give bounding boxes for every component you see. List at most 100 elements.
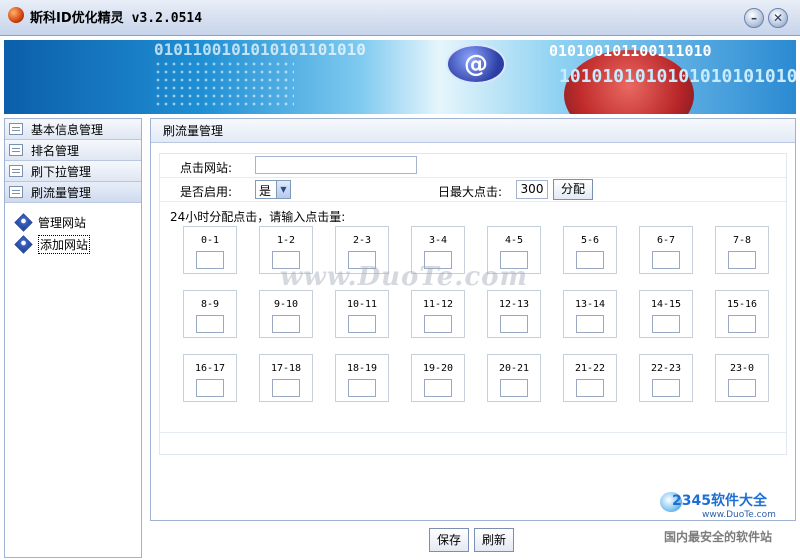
hour-input[interactable] bbox=[424, 379, 452, 397]
sidebar-category-label: 排名管理 bbox=[31, 143, 80, 158]
brand-slogan-text: 国内最安全的软件站 bbox=[664, 530, 773, 544]
enable-select-value: 是 bbox=[259, 184, 272, 198]
hour-label: 0-1 bbox=[200, 235, 220, 246]
hour-label: 17-18 bbox=[270, 363, 302, 374]
brand-logo-text: 2345软件大全 bbox=[672, 493, 767, 509]
close-icon: ✕ bbox=[772, 11, 784, 25]
hour-cell: 6-7 bbox=[639, 226, 693, 274]
hour-cell: 21-22 bbox=[563, 354, 617, 402]
max-clicks-input[interactable]: 300 bbox=[516, 180, 548, 199]
list-icon bbox=[9, 144, 23, 156]
hour-label: 12-13 bbox=[498, 299, 530, 310]
diamond-icon bbox=[14, 234, 33, 254]
hour-cell: 22-23 bbox=[639, 354, 693, 402]
hour-cell: 13-14 bbox=[563, 290, 617, 338]
banner-binary-text: 010100101100111010 bbox=[549, 42, 712, 60]
sidebar-link-manage-site[interactable]: 管理网站 bbox=[5, 211, 141, 233]
hour-label: 18-19 bbox=[346, 363, 378, 374]
brand-url-text: www.DuoTe.com bbox=[702, 510, 776, 520]
hour-cell: 0-1 bbox=[183, 226, 237, 274]
list-icon bbox=[9, 165, 23, 177]
hour-label: 11-12 bbox=[422, 299, 454, 310]
at-sign-icon: @ bbox=[446, 44, 506, 84]
hour-cell: 23-0 bbox=[715, 354, 769, 402]
list-icon bbox=[9, 123, 23, 135]
app-icon bbox=[8, 7, 24, 23]
hour-input[interactable] bbox=[196, 251, 224, 269]
hour-cell: 10-11 bbox=[335, 290, 389, 338]
hour-input[interactable] bbox=[728, 379, 756, 397]
hour-input[interactable] bbox=[576, 379, 604, 397]
sidebar-category-ranking[interactable]: 排名管理 bbox=[5, 140, 141, 161]
hour-cell: 8-9 bbox=[183, 290, 237, 338]
hour-cell: 7-8 bbox=[715, 226, 769, 274]
enable-label: 是否启用: bbox=[180, 185, 233, 199]
save-button[interactable]: 保存 bbox=[429, 528, 469, 552]
max-clicks-label: 日最大点击: bbox=[438, 185, 503, 199]
hour-label: 1-2 bbox=[276, 235, 296, 246]
hour-input[interactable] bbox=[728, 251, 756, 269]
hour-label: 10-11 bbox=[346, 299, 378, 310]
sidebar-category-basic-info[interactable]: 基本信息管理 bbox=[5, 119, 141, 140]
sidebar-link-label: 添加网站 bbox=[38, 234, 91, 254]
traffic-form: 点击网站: 是否启用: 是 ▼ 日最大点击: 300 分配 24小时分配点击，请… bbox=[159, 153, 787, 455]
sidebar-category-dropdown[interactable]: 刷下拉管理 bbox=[5, 161, 141, 182]
form-row-site: 点击网站: bbox=[160, 154, 786, 178]
divider bbox=[160, 432, 786, 433]
hour-label: 15-16 bbox=[726, 299, 758, 310]
hour-cell: 18-19 bbox=[335, 354, 389, 402]
hour-label: 5-6 bbox=[580, 235, 600, 246]
hourly-grid: 0-1 1-2 2-3 3-4 4-5 5-6 6-7 7-8 8-9 9-10 10-11 11-1… bbox=[160, 226, 786, 440]
sidebar-link-label: 管理网站 bbox=[38, 215, 87, 230]
chevron-down-icon[interactable]: ▼ bbox=[276, 181, 290, 198]
hour-label: 13-14 bbox=[574, 299, 606, 310]
hour-input[interactable] bbox=[272, 379, 300, 397]
sidebar-category-traffic[interactable]: 刷流量管理 bbox=[5, 182, 141, 203]
hour-cell: 17-18 bbox=[259, 354, 313, 402]
header-banner: 0101100101010101101010 01010010110011101… bbox=[4, 40, 796, 114]
hour-input[interactable] bbox=[576, 315, 604, 333]
banner-dot-pattern bbox=[154, 60, 294, 110]
site-input[interactable] bbox=[255, 156, 417, 174]
main-panel: 刷流量管理 点击网站: 是否启用: 是 ▼ 日最大点击: 300 分配 24小时… bbox=[150, 118, 796, 521]
hour-input[interactable] bbox=[196, 379, 224, 397]
enable-select[interactable]: 是 ▼ bbox=[255, 180, 291, 199]
refresh-button[interactable]: 刷新 bbox=[474, 528, 514, 552]
minimize-button[interactable]: – bbox=[744, 8, 764, 28]
app-version: v3.2.0514 bbox=[131, 11, 203, 26]
sidebar-link-add-site[interactable]: 添加网站 bbox=[5, 233, 141, 255]
hour-input[interactable] bbox=[348, 379, 376, 397]
hourly-hint-text: 24小时分配点击，请输入点击量: bbox=[170, 210, 346, 224]
hour-cell: 5-6 bbox=[563, 226, 617, 274]
hour-cell: 20-21 bbox=[487, 354, 541, 402]
hour-input[interactable] bbox=[576, 251, 604, 269]
distribute-button[interactable]: 分配 bbox=[553, 179, 593, 200]
window-title: 斯科ID优化精灵 v3.2.0514 bbox=[30, 7, 202, 26]
hour-input[interactable] bbox=[500, 379, 528, 397]
site-label: 点击网站: bbox=[180, 161, 233, 175]
hour-input[interactable] bbox=[424, 315, 452, 333]
hour-input[interactable] bbox=[728, 315, 756, 333]
sidebar-category-label: 刷流量管理 bbox=[31, 185, 92, 200]
panel-title: 刷流量管理 bbox=[151, 119, 795, 143]
hour-cell: 19-20 bbox=[411, 354, 465, 402]
hour-input[interactable] bbox=[652, 315, 680, 333]
close-button[interactable]: ✕ bbox=[768, 8, 788, 28]
hour-input[interactable] bbox=[652, 251, 680, 269]
hour-label: 22-23 bbox=[650, 363, 682, 374]
sidebar: 基本信息管理 排名管理 刷下拉管理 刷流量管理 管理网站 添加网站 bbox=[4, 118, 142, 558]
hour-label: 21-22 bbox=[574, 363, 606, 374]
hour-label: 19-20 bbox=[422, 363, 454, 374]
app-name: 斯科ID优化精灵 bbox=[30, 11, 124, 26]
hour-input[interactable] bbox=[196, 315, 224, 333]
title-bar: 斯科ID优化精灵 v3.2.0514 – ✕ bbox=[0, 0, 800, 36]
hour-input[interactable] bbox=[272, 315, 300, 333]
hour-input[interactable] bbox=[652, 379, 680, 397]
hour-cell: 11-12 bbox=[411, 290, 465, 338]
hour-label: 23-0 bbox=[729, 363, 755, 374]
hour-input[interactable] bbox=[348, 315, 376, 333]
hour-cell: 16-17 bbox=[183, 354, 237, 402]
hour-input[interactable] bbox=[500, 315, 528, 333]
diamond-icon bbox=[14, 212, 33, 232]
hour-label: 9-10 bbox=[273, 299, 299, 310]
